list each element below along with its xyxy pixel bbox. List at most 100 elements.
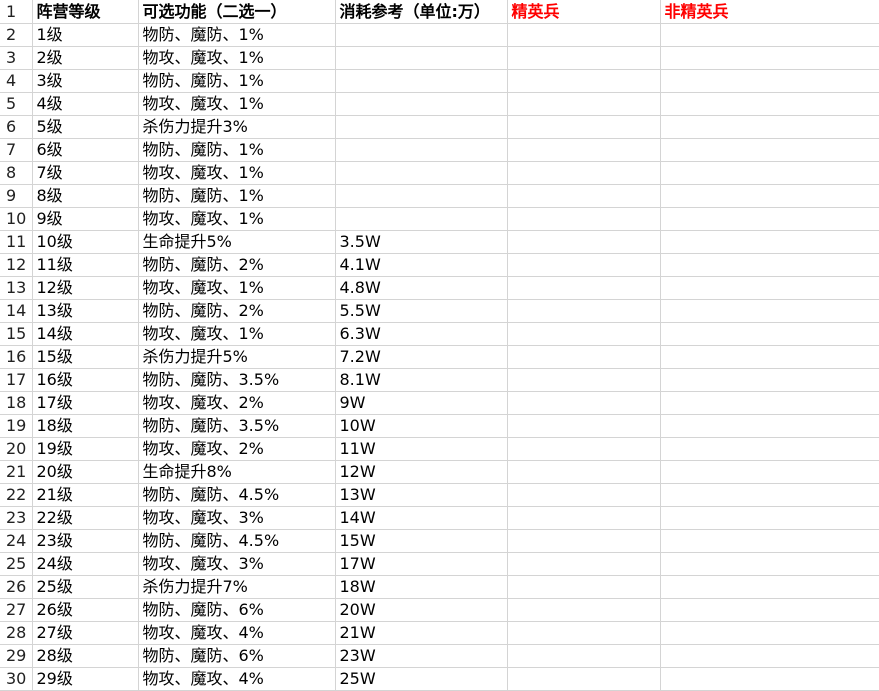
cell-cost-reference[interactable] xyxy=(335,184,508,208)
cell-elite-soldier[interactable] xyxy=(507,253,661,277)
row-number[interactable]: 22 xyxy=(0,483,33,507)
cell-cost-reference[interactable] xyxy=(335,69,508,93)
cell-cost-reference[interactable] xyxy=(335,92,508,116)
row-number[interactable]: 14 xyxy=(0,299,33,323)
cell-non-elite-soldier[interactable] xyxy=(660,230,879,254)
cell-optional-function[interactable]: 物防、魔防、1% xyxy=(138,184,336,208)
cell-non-elite-soldier[interactable] xyxy=(660,46,879,70)
cell-elite-soldier[interactable] xyxy=(507,391,661,415)
cell-cost-reference[interactable]: 4.8W xyxy=(335,276,508,300)
cell-camp-level[interactable]: 4级 xyxy=(32,92,139,116)
cell-optional-function[interactable]: 物攻、魔攻、1% xyxy=(138,207,336,231)
cell-camp-level[interactable]: 7级 xyxy=(32,161,139,185)
cell-cost-reference[interactable] xyxy=(335,23,508,47)
cell-non-elite-soldier[interactable] xyxy=(660,621,879,645)
cell-optional-function[interactable]: 物防、魔防、1% xyxy=(138,138,336,162)
cell-camp-level[interactable]: 21级 xyxy=(32,483,139,507)
cell-cost-reference[interactable]: 21W xyxy=(335,621,508,645)
cell-elite-soldier[interactable] xyxy=(507,483,661,507)
cell-non-elite-soldier[interactable] xyxy=(660,322,879,346)
cell-cost-reference[interactable] xyxy=(335,115,508,139)
row-number[interactable]: 21 xyxy=(0,460,33,484)
cell-elite-soldier[interactable] xyxy=(507,276,661,300)
cell-non-elite-soldier[interactable] xyxy=(660,23,879,47)
row-number[interactable]: 16 xyxy=(0,345,33,369)
cell-cost-reference[interactable]: 3.5W xyxy=(335,230,508,254)
row-number[interactable]: 26 xyxy=(0,575,33,599)
cell-non-elite-soldier[interactable] xyxy=(660,552,879,576)
cell-optional-function[interactable]: 物防、魔防、4.5% xyxy=(138,483,336,507)
cell-optional-function[interactable]: 生命提升8% xyxy=(138,460,336,484)
cell-cost-reference[interactable]: 15W xyxy=(335,529,508,553)
cell-non-elite-soldier[interactable] xyxy=(660,253,879,277)
cell-non-elite-soldier[interactable] xyxy=(660,391,879,415)
cell-camp-level[interactable]: 6级 xyxy=(32,138,139,162)
cell-elite-soldier[interactable] xyxy=(507,92,661,116)
cell-non-elite-soldier[interactable] xyxy=(660,69,879,93)
row-number[interactable]: 15 xyxy=(0,322,33,346)
cell-elite-soldier[interactable] xyxy=(507,460,661,484)
cell-non-elite-soldier[interactable] xyxy=(660,506,879,530)
cell-camp-level[interactable]: 19级 xyxy=(32,437,139,461)
row-number[interactable]: 2 xyxy=(0,23,33,47)
header-cell-elite-soldier[interactable]: 精英兵 xyxy=(507,0,661,24)
cell-non-elite-soldier[interactable] xyxy=(660,138,879,162)
cell-non-elite-soldier[interactable] xyxy=(660,437,879,461)
cell-cost-reference[interactable]: 7.2W xyxy=(335,345,508,369)
header-cell-cost-reference[interactable]: 消耗参考（单位:万） xyxy=(335,0,508,24)
cell-elite-soldier[interactable] xyxy=(507,138,661,162)
cell-camp-level[interactable]: 24级 xyxy=(32,552,139,576)
cell-elite-soldier[interactable] xyxy=(507,184,661,208)
cell-optional-function[interactable]: 物攻、魔攻、4% xyxy=(138,667,336,691)
cell-camp-level[interactable]: 18级 xyxy=(32,414,139,438)
cell-camp-level[interactable]: 27级 xyxy=(32,621,139,645)
cell-optional-function[interactable]: 杀伤力提升3% xyxy=(138,115,336,139)
cell-elite-soldier[interactable] xyxy=(507,161,661,185)
cell-camp-level[interactable]: 5级 xyxy=(32,115,139,139)
cell-cost-reference[interactable]: 9W xyxy=(335,391,508,415)
cell-cost-reference[interactable]: 11W xyxy=(335,437,508,461)
cell-camp-level[interactable]: 17级 xyxy=(32,391,139,415)
cell-cost-reference[interactable]: 25W xyxy=(335,667,508,691)
cell-optional-function[interactable]: 物防、魔防、6% xyxy=(138,644,336,668)
cell-optional-function[interactable]: 物防、魔防、4.5% xyxy=(138,529,336,553)
row-number[interactable]: 4 xyxy=(0,69,33,93)
cell-optional-function[interactable]: 物防、魔防、1% xyxy=(138,23,336,47)
row-number[interactable]: 17 xyxy=(0,368,33,392)
row-number[interactable]: 27 xyxy=(0,598,33,622)
cell-cost-reference[interactable]: 5.5W xyxy=(335,299,508,323)
cell-cost-reference[interactable]: 6.3W xyxy=(335,322,508,346)
cell-cost-reference[interactable] xyxy=(335,46,508,70)
header-cell-camp-level[interactable]: 阵营等级 xyxy=(32,0,139,24)
cell-non-elite-soldier[interactable] xyxy=(660,207,879,231)
cell-elite-soldier[interactable] xyxy=(507,23,661,47)
cell-cost-reference[interactable]: 12W xyxy=(335,460,508,484)
cell-optional-function[interactable]: 物防、魔防、3.5% xyxy=(138,368,336,392)
cell-camp-level[interactable]: 16级 xyxy=(32,368,139,392)
cell-camp-level[interactable]: 29级 xyxy=(32,667,139,691)
cell-elite-soldier[interactable] xyxy=(507,345,661,369)
header-cell-optional-function[interactable]: 可选功能（二选一） xyxy=(138,0,336,24)
cell-cost-reference[interactable] xyxy=(335,207,508,231)
cell-optional-function[interactable]: 物攻、魔攻、2% xyxy=(138,437,336,461)
cell-non-elite-soldier[interactable] xyxy=(660,644,879,668)
cell-cost-reference[interactable]: 14W xyxy=(335,506,508,530)
cell-camp-level[interactable]: 20级 xyxy=(32,460,139,484)
row-number[interactable]: 18 xyxy=(0,391,33,415)
cell-camp-level[interactable]: 11级 xyxy=(32,253,139,277)
row-number[interactable]: 10 xyxy=(0,207,33,231)
cell-non-elite-soldier[interactable] xyxy=(660,184,879,208)
row-number[interactable]: 23 xyxy=(0,506,33,530)
cell-elite-soldier[interactable] xyxy=(507,414,661,438)
row-number[interactable]: 3 xyxy=(0,46,33,70)
row-number[interactable]: 30 xyxy=(0,667,33,691)
cell-cost-reference[interactable]: 4.1W xyxy=(335,253,508,277)
cell-elite-soldier[interactable] xyxy=(507,437,661,461)
cell-optional-function[interactable]: 物防、魔防、2% xyxy=(138,299,336,323)
cell-non-elite-soldier[interactable] xyxy=(660,483,879,507)
cell-cost-reference[interactable]: 13W xyxy=(335,483,508,507)
row-number[interactable]: 25 xyxy=(0,552,33,576)
cell-cost-reference[interactable]: 10W xyxy=(335,414,508,438)
cell-non-elite-soldier[interactable] xyxy=(660,414,879,438)
cell-optional-function[interactable]: 物攻、魔攻、3% xyxy=(138,506,336,530)
